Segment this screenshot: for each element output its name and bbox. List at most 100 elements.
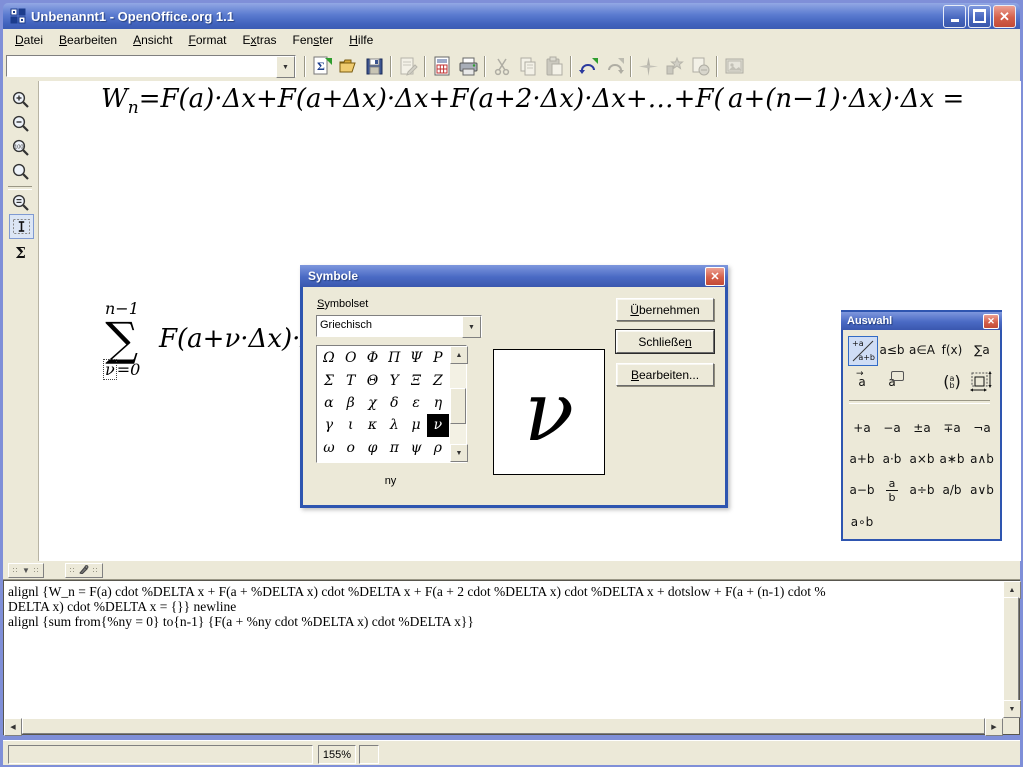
op-or[interactable]: a∨b [968, 476, 996, 504]
symbol-cell[interactable]: β [340, 392, 362, 414]
undo-button[interactable] [576, 54, 601, 79]
scrollbar-thumb[interactable] [1003, 597, 1019, 702]
category-formats[interactable] [968, 368, 996, 396]
scroll-down-icon[interactable]: ▼ [1003, 700, 1021, 718]
menu-item[interactable]: Fenster [285, 31, 342, 49]
drag-grip[interactable] [12, 567, 19, 574]
symbol-cell[interactable]: ψ [405, 437, 427, 459]
update-view-button[interactable] [9, 191, 32, 214]
category-attributes[interactable]: a → [848, 368, 876, 396]
op-and[interactable]: a∧b [968, 445, 996, 473]
apply-button[interactable]: Übernehmen [616, 298, 714, 321]
command-vertical-scrollbar[interactable]: ▲ ▼ [1003, 581, 1019, 718]
save-button[interactable] [362, 54, 387, 79]
symbol-cell[interactable]: δ [383, 392, 405, 414]
command-window[interactable]: alignl {W_n = F(a) cdot %DELTA x + F(a +… [3, 580, 1020, 735]
category-brackets[interactable]: (ab) [938, 368, 966, 396]
docked-toolbar-stub[interactable] [65, 563, 103, 578]
op-fraction[interactable]: ab [878, 476, 906, 504]
category-relations[interactable]: a≤b [878, 336, 906, 364]
symbol-cell[interactable]: Θ [362, 369, 384, 391]
symbolset-combobox[interactable]: Griechisch ▼ [316, 315, 482, 337]
symbol-cell[interactable]: η [427, 392, 449, 414]
op-plusminus[interactable]: ±a [908, 414, 936, 442]
formula-cursor-button[interactable] [9, 214, 34, 239]
symbol-cell[interactable]: Τ [340, 369, 362, 391]
op-div[interactable]: a÷b [908, 476, 936, 504]
edit-button[interactable]: Bearbeiten... [616, 363, 714, 386]
close-dialog-button[interactable]: Schließen [616, 330, 714, 353]
symbol-cell[interactable]: Ξ [405, 369, 427, 391]
symbol-cell[interactable]: ο [340, 437, 362, 459]
category-functions[interactable]: f(x) [938, 336, 966, 364]
dialog-close-button[interactable]: ✕ [705, 267, 725, 286]
symbol-cell[interactable]: Π [383, 347, 405, 369]
op-a-minus-b[interactable]: a−b [848, 476, 876, 504]
symbol-cell[interactable]: Φ [362, 347, 384, 369]
drag-grip[interactable] [92, 567, 99, 574]
menu-item[interactable]: Bearbeiten [51, 31, 125, 49]
symbol-cell[interactable]: ω [318, 437, 340, 459]
symbol-cell[interactable]: λ [383, 414, 405, 436]
symbol-cell[interactable]: γ [318, 414, 340, 436]
op-slash[interactable]: a/b [938, 476, 966, 504]
symbol-cell[interactable]: Ρ [427, 347, 449, 369]
op-minus-a[interactable]: −a [878, 414, 906, 442]
symbol-grid-scrollbar[interactable]: ▲ ▼ [450, 346, 466, 462]
zoom-in-button[interactable] [9, 88, 32, 111]
op-times[interactable]: a×b [908, 445, 936, 473]
symbol-cell[interactable]: ε [405, 392, 427, 414]
dialog-title-bar[interactable]: Symbole ✕ [300, 265, 728, 287]
zoom-100-button[interactable]: 100 [9, 136, 32, 159]
scroll-down-icon[interactable]: ▼ [450, 444, 468, 462]
edit-file-button[interactable] [396, 54, 421, 79]
symbol-cell[interactable]: Υ [383, 369, 405, 391]
scrollbar-thumb[interactable] [22, 718, 985, 734]
close-button[interactable]: ✕ [993, 5, 1016, 28]
symbol-cell[interactable]: Σ [318, 369, 340, 391]
stylist-button[interactable] [662, 54, 687, 79]
load-url-dropdown-icon[interactable]: ▼ [276, 56, 295, 78]
op-multsign[interactable]: a∗b [938, 445, 966, 473]
title-bar[interactable]: Unbenannt1 - OpenOffice.org 1.1 ✕ [3, 3, 1020, 29]
hyperlink-button[interactable] [688, 54, 713, 79]
redo-button[interactable] [602, 54, 627, 79]
zoom-out-button[interactable] [9, 112, 32, 135]
symbols-catalog-button[interactable]: Σ [9, 241, 32, 264]
docked-toolbar-stub[interactable]: ▼ [8, 563, 44, 578]
gallery-button[interactable] [722, 54, 747, 79]
menu-item[interactable]: Hilfe [341, 31, 381, 49]
symbol-cell[interactable]: ν [427, 414, 449, 436]
category-others[interactable]: a [878, 368, 906, 396]
copy-button[interactable] [516, 54, 541, 79]
maximize-button[interactable] [968, 5, 991, 28]
symbol-cell[interactable]: κ [362, 414, 384, 436]
scroll-right-icon[interactable]: ▶ [985, 718, 1003, 736]
symbol-cell[interactable]: ι [340, 414, 362, 436]
zoom-all-button[interactable] [9, 160, 32, 183]
print-button[interactable] [456, 54, 481, 79]
drag-grip[interactable] [33, 567, 40, 574]
symbol-cell[interactable]: π [383, 437, 405, 459]
drag-grip[interactable] [69, 567, 76, 574]
palette-title-bar[interactable]: Auswahl ✕ [841, 312, 1002, 330]
symbol-cell[interactable]: μ [405, 414, 427, 436]
command-horizontal-scrollbar[interactable]: ◀ ▶ [4, 718, 1003, 734]
scrollbar-thumb[interactable] [450, 388, 466, 424]
op-circ[interactable]: a∘b [848, 508, 876, 536]
op-neg[interactable]: ¬a [968, 414, 996, 442]
symbol-cell[interactable]: α [318, 392, 340, 414]
new-formula-button[interactable]: Σ [310, 54, 335, 79]
symbol-cell[interactable]: Ω [318, 347, 340, 369]
open-button[interactable] [336, 54, 361, 79]
menu-item[interactable]: Format [180, 31, 234, 49]
zoom-level-field[interactable]: 155% [318, 745, 356, 764]
symbol-cell[interactable]: χ [362, 392, 384, 414]
menu-item[interactable]: Ansicht [125, 31, 180, 49]
symbol-cell[interactable]: ρ [427, 437, 449, 459]
palette-close-button[interactable]: ✕ [983, 314, 999, 329]
menu-item[interactable]: Datei [7, 31, 51, 49]
load-url-field[interactable] [7, 56, 276, 76]
symbolset-dropdown-icon[interactable]: ▼ [462, 316, 481, 338]
symbol-cell[interactable]: Ζ [427, 369, 449, 391]
